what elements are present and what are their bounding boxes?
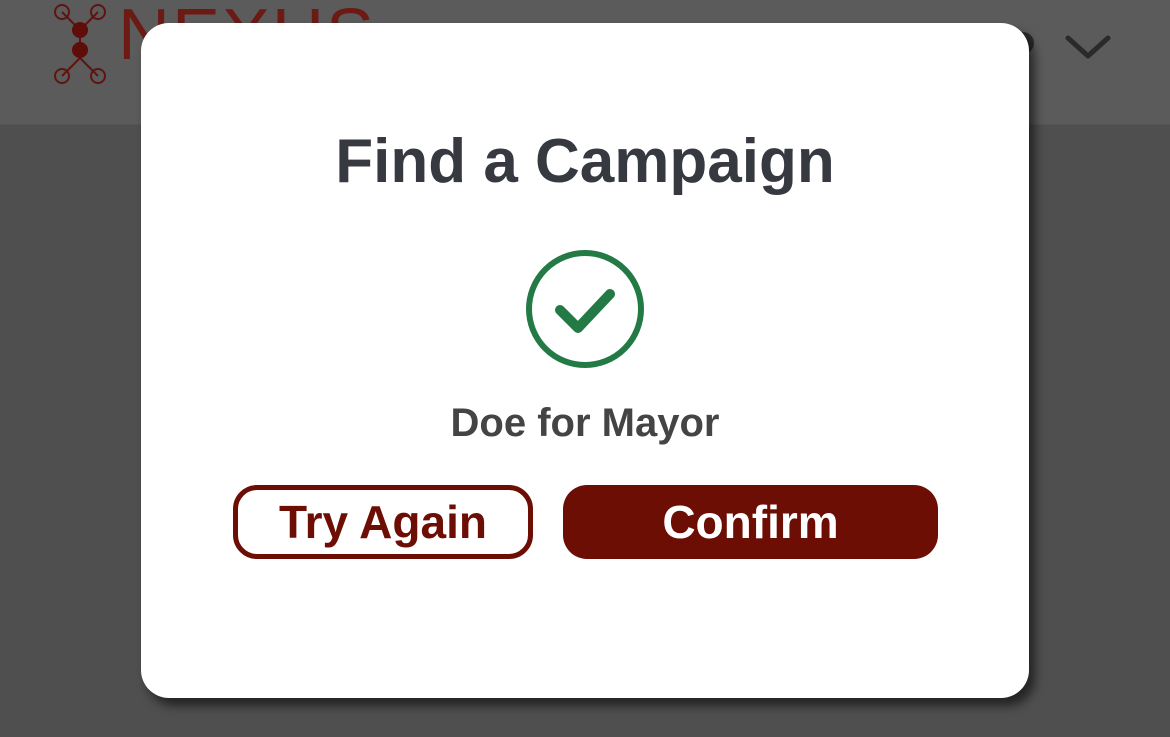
chevron-down-icon[interactable] — [1062, 28, 1114, 64]
campaign-result-name: Doe for Mayor — [450, 401, 720, 445]
check-circle-icon — [526, 250, 644, 368]
try-again-button[interactable]: Try Again — [233, 485, 533, 559]
modal-title: Find a Campaign — [335, 127, 835, 196]
confirm-button[interactable]: Confirm — [563, 485, 938, 559]
find-campaign-modal: Find a Campaign Doe for Mayor Try Again … — [141, 23, 1029, 698]
